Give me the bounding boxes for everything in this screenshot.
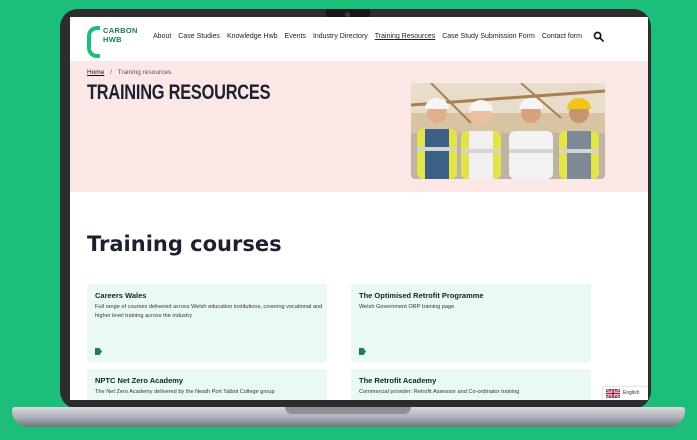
course-card-description: The Net Zero Academy delivered by the Ne… bbox=[95, 389, 275, 395]
course-card[interactable]: The Retrofit Academy Commercial provider… bbox=[351, 369, 591, 400]
workers-illustration bbox=[411, 83, 605, 179]
course-card-description: Welsh Government ORP training page bbox=[359, 304, 455, 310]
course-card-title: The Optimised Retrofit Programme bbox=[359, 291, 484, 300]
page-title: TRAINING RESOURCES bbox=[87, 81, 271, 104]
construction-workers-photo bbox=[411, 83, 605, 179]
nav-case-studies[interactable]: Case Studies bbox=[178, 33, 220, 40]
main-nav: About Case Studies Knowledge Hwb Events … bbox=[153, 33, 582, 40]
nav-about[interactable]: About bbox=[153, 33, 171, 40]
course-card-title: The Retrofit Academy bbox=[359, 376, 437, 385]
course-card[interactable]: NPTC Net Zero Academy The Net Zero Acade… bbox=[87, 369, 327, 400]
nav-contact-form[interactable]: Contact form bbox=[542, 33, 582, 40]
language-selector[interactable]: English bbox=[603, 387, 648, 400]
breadcrumb-separator: / bbox=[110, 69, 112, 76]
course-card[interactable]: Careers Wales Full range of courses deli… bbox=[87, 284, 327, 362]
arrow-right-icon[interactable] bbox=[95, 348, 102, 355]
logo-c-mark-icon bbox=[87, 26, 100, 58]
course-card-description: Commercial provider: Retrofit Assessor a… bbox=[359, 389, 520, 395]
breadcrumb-current: Training resources bbox=[117, 69, 172, 76]
nav-industry-directory[interactable]: Industry Directory bbox=[313, 33, 368, 40]
arrow-right-icon[interactable] bbox=[359, 348, 366, 355]
language-label: English bbox=[623, 390, 640, 396]
carbon-hwb-logo[interactable]: CARBON HWB bbox=[87, 26, 137, 58]
section-title: Training courses bbox=[87, 232, 282, 256]
course-card[interactable]: The Optimised Retrofit Programme Welsh G… bbox=[351, 284, 591, 362]
page-hero: Home / Training resources TRAINING RESOU… bbox=[70, 61, 648, 192]
course-card-title: NPTC Net Zero Academy bbox=[95, 376, 184, 385]
nav-knowledge-hwb[interactable]: Knowledge Hwb bbox=[227, 33, 278, 40]
nav-events[interactable]: Events bbox=[285, 33, 306, 40]
breadcrumb-home-link[interactable]: Home bbox=[87, 69, 104, 76]
laptop-hinge-notch bbox=[285, 407, 411, 414]
uk-flag-icon bbox=[606, 389, 620, 398]
browser-screen: CARBON HWB About Case Studies Knowledge … bbox=[70, 17, 648, 400]
nav-training-resources[interactable]: Training Resources bbox=[375, 33, 435, 40]
logo-line-2: HWB bbox=[103, 34, 122, 44]
search-icon[interactable] bbox=[593, 31, 604, 42]
course-card-title: Careers Wales bbox=[95, 291, 147, 300]
course-card-description: Full range of courses delivered across W… bbox=[95, 304, 323, 319]
breadcrumb: Home / Training resources bbox=[87, 69, 171, 76]
nav-case-study-submission-form[interactable]: Case Study Submission Form bbox=[442, 33, 535, 40]
site-header: CARBON HWB About Case Studies Knowledge … bbox=[70, 17, 648, 61]
